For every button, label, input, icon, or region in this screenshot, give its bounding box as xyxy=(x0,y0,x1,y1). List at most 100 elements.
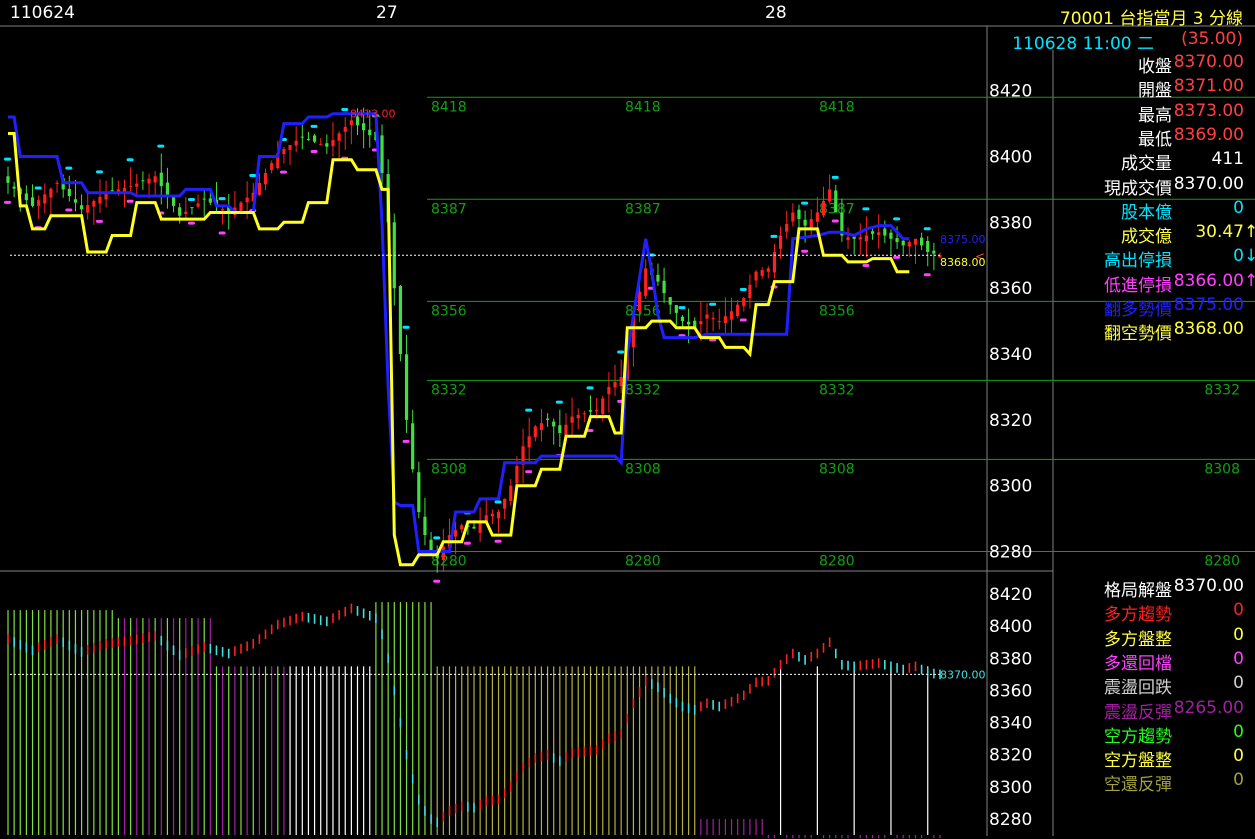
trend-down-line xyxy=(8,132,910,567)
low-marker xyxy=(310,150,318,154)
low-marker xyxy=(494,539,502,543)
candle-body xyxy=(404,354,409,420)
time-stamp: 110628 11:00 二 xyxy=(1012,34,1154,54)
candle-body xyxy=(895,238,899,243)
quote-row: 最低 8369.00 xyxy=(1056,125,1244,150)
row-value: 0 xyxy=(1233,624,1244,645)
candle-body xyxy=(147,178,151,184)
level-label: 8308 xyxy=(819,461,855,477)
level-label: 8387 xyxy=(625,201,661,217)
high-marker xyxy=(341,108,349,112)
candle-body xyxy=(509,485,513,502)
trend-up-annotation: 8375.00 xyxy=(940,233,986,246)
low-marker xyxy=(4,200,11,204)
quote-row: 低進停損 8366.00 ↑ xyxy=(1056,271,1255,296)
y-tick-label: 8380 xyxy=(989,213,1032,233)
candle-body xyxy=(705,314,709,319)
candle-body xyxy=(926,240,930,252)
candle-body xyxy=(129,186,133,188)
quote-row: 成交量 411 xyxy=(1056,149,1244,174)
candle-body xyxy=(239,202,243,213)
row-label: 開盤 xyxy=(1138,81,1172,102)
quote-row: 高出停損 0 ↓ xyxy=(1056,246,1255,271)
high-marker xyxy=(95,170,103,174)
quote-row: 收盤 8370.00 xyxy=(1056,52,1244,77)
candle-body xyxy=(294,140,298,146)
row-value: 411 xyxy=(1211,149,1244,170)
candle-body xyxy=(637,291,642,312)
candle-body xyxy=(196,203,200,207)
candle-body xyxy=(766,268,770,272)
candle-body xyxy=(349,120,353,126)
candle-body xyxy=(533,426,537,438)
candle-body xyxy=(368,129,372,136)
y-tick-label: 8320 xyxy=(989,411,1032,431)
high-marker xyxy=(187,198,195,202)
candle-body xyxy=(429,539,433,552)
candle-body xyxy=(564,424,568,436)
candle-body xyxy=(674,305,678,313)
candle-body xyxy=(797,209,801,220)
symbol-title: 70001 台指當月 3 分線 xyxy=(1059,9,1243,29)
candle-body xyxy=(858,237,862,240)
row-value: 8265.00 xyxy=(1173,697,1244,718)
level-label: 8387 xyxy=(431,201,467,217)
sub-y-tick-label: 8360 xyxy=(989,681,1032,701)
low-marker xyxy=(126,199,134,203)
candle-body xyxy=(30,197,35,206)
high-marker xyxy=(126,158,134,162)
candle-body xyxy=(864,235,869,242)
candle-body xyxy=(711,317,715,320)
high-marker xyxy=(862,207,870,211)
candle-body xyxy=(736,304,740,317)
quote-row: 成交億 30.47 ↑ xyxy=(1056,222,1255,247)
candle-body xyxy=(545,418,550,420)
candle-body xyxy=(73,199,78,203)
row-value: 8373.00 xyxy=(1173,100,1244,121)
candle-body xyxy=(282,149,286,155)
level-label: 8308 xyxy=(625,461,661,477)
high-marker xyxy=(739,287,747,291)
candle-body xyxy=(570,416,574,423)
high-marker xyxy=(586,386,594,390)
candle-body xyxy=(270,163,274,171)
low-marker xyxy=(801,249,809,253)
candle-body xyxy=(834,190,838,213)
candle-body xyxy=(460,525,464,530)
candle-body xyxy=(441,546,445,561)
arrow-up-icon: ↑ xyxy=(1244,270,1255,291)
y-tick-label: 8400 xyxy=(989,148,1032,168)
candle-body xyxy=(417,472,421,513)
row-value: 0 xyxy=(1233,648,1244,669)
candle-body xyxy=(165,182,170,197)
candle-body xyxy=(503,498,507,509)
candle-body xyxy=(398,285,403,355)
candle-body xyxy=(791,212,795,222)
level-label: 8332 xyxy=(431,382,467,398)
row-label: 最高 xyxy=(1138,105,1172,126)
candle-body xyxy=(221,209,225,211)
level-label: 8280 xyxy=(1204,554,1240,570)
candle-body xyxy=(846,237,850,241)
candle-body xyxy=(760,270,764,276)
row-label: 空方趨勢 xyxy=(1104,726,1172,747)
candle-body xyxy=(717,321,721,323)
candle-body xyxy=(319,144,323,146)
candle-body xyxy=(337,133,341,141)
quote-row: 格局解盤 8370.00 xyxy=(1056,576,1244,601)
row-value: 30.47 xyxy=(1195,222,1244,243)
candle-body xyxy=(662,280,666,294)
high-marker xyxy=(770,234,778,238)
level-label: 8280 xyxy=(625,554,661,570)
arrow-down-icon: ↓ xyxy=(1244,246,1255,267)
row-value: 8368.00 xyxy=(1173,319,1244,340)
row-value: 0 xyxy=(1233,746,1244,767)
y-tick-label: 8420 xyxy=(989,82,1032,102)
candle-body xyxy=(778,235,783,249)
row-value: 8370.00 xyxy=(1173,576,1244,596)
low-marker xyxy=(831,219,839,223)
row-value: 0 xyxy=(1233,197,1244,218)
candle-body xyxy=(607,386,611,395)
quote-row: 多方趨勢 0 xyxy=(1056,600,1244,625)
sub-y-tick-label: 8400 xyxy=(989,617,1032,637)
